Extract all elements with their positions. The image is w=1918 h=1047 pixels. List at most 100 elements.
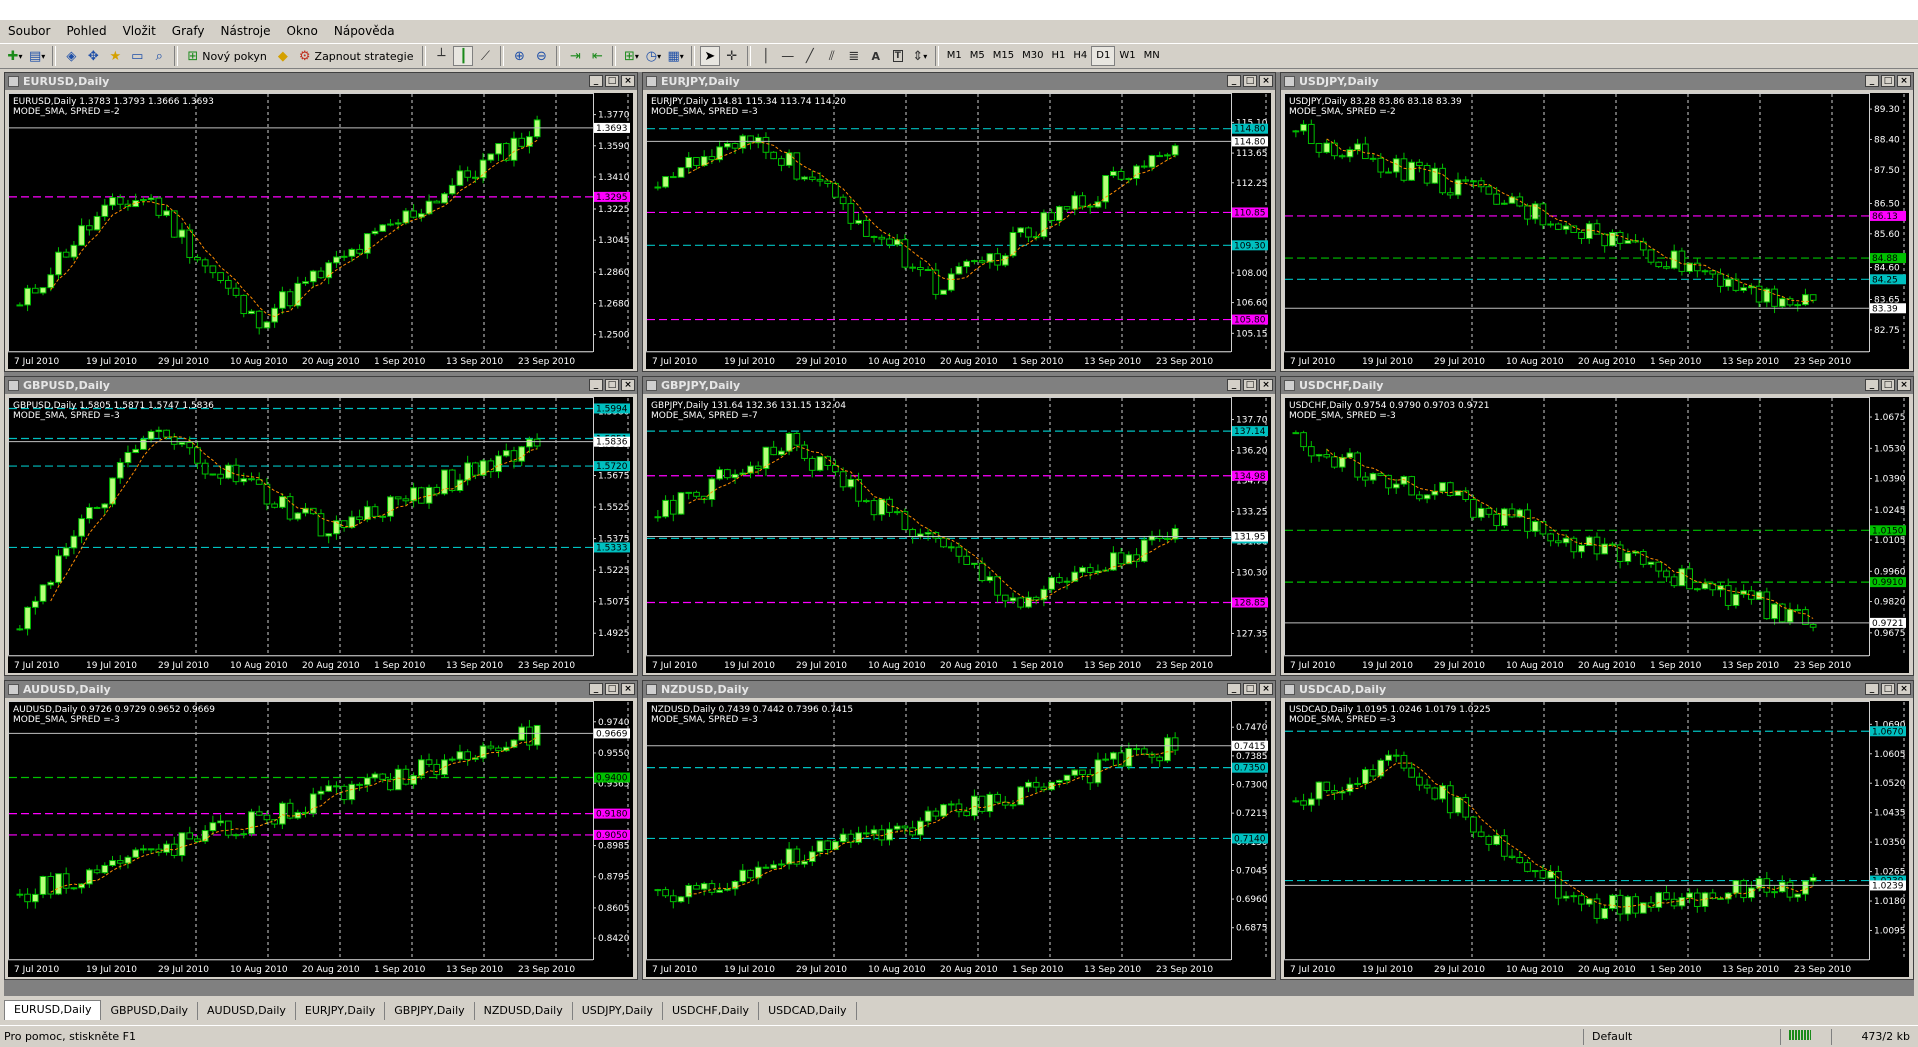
zoom-in-icon[interactable]: ⊕ (509, 46, 529, 66)
menu-pohled[interactable]: Pohled (58, 20, 114, 43)
trendline-icon[interactable]: ╱ (800, 46, 820, 66)
minimize-icon[interactable]: _ (589, 379, 603, 391)
menu-vlozit[interactable]: Vložit (115, 20, 164, 43)
close-icon[interactable]: × (621, 379, 635, 391)
terminal-icon[interactable]: ▭ (127, 46, 147, 66)
minimize-icon[interactable]: _ (1227, 379, 1241, 391)
minimize-icon[interactable]: _ (589, 75, 603, 87)
menu-nastroje[interactable]: Nástroje (213, 20, 279, 43)
maximize-icon[interactable]: □ (1881, 683, 1895, 695)
meta-editor-icon[interactable]: ◆ (273, 46, 293, 66)
price-chart-svg[interactable]: 7 Jul 2010 19 Jul 2010 29 Jul 2010 10 Aug 2… (8, 397, 633, 673)
maximize-icon[interactable]: □ (605, 683, 619, 695)
timeframe-h1[interactable]: H1 (1048, 47, 1070, 65)
price-chart-svg[interactable]: 7 Jul 2010 19 Jul 2010 29 Jul 2010 10 Aug 2… (1284, 93, 1909, 369)
horizontal-line-icon[interactable]: — (778, 46, 798, 66)
close-icon[interactable]: × (621, 683, 635, 695)
chart-window[interactable]: USDCHF,Daily _ □ × 7 Jul 2010 19 Jul 2010 29 J… (1280, 376, 1914, 676)
maximize-icon[interactable]: □ (1243, 379, 1257, 391)
chart-window[interactable]: EURJPY,Daily _ □ × 7 Jul 2010 19 Jul 2010 29 J… (642, 72, 1276, 372)
close-icon[interactable]: × (1259, 75, 1273, 87)
chart-window-titlebar[interactable]: AUDUSD,Daily _ □ × (5, 681, 637, 698)
indicators-icon[interactable]: ⊞ ▾ (621, 46, 641, 66)
price-chart-svg[interactable]: 7 Jul 2010 19 Jul 2010 29 Jul 2010 10 Aug 2… (8, 701, 633, 977)
close-icon[interactable]: × (1259, 683, 1273, 695)
minimize-icon[interactable]: _ (1865, 75, 1879, 87)
price-chart-svg[interactable]: 7 Jul 2010 19 Jul 2010 29 Jul 2010 10 Aug 2… (8, 93, 633, 369)
new-chart-icon[interactable]: ✚ ▾ (5, 46, 25, 66)
timeframe-m1[interactable]: M1 (943, 47, 966, 65)
timeframe-mn[interactable]: MN (1140, 47, 1164, 65)
templates-icon[interactable]: ▦ ▾ (665, 46, 685, 66)
new-order-button[interactable]: ⊞ Nový pokyn (183, 46, 271, 66)
timeframe-d1[interactable]: D1 (1091, 46, 1116, 66)
price-chart-svg[interactable]: 7 Jul 2010 19 Jul 2010 29 Jul 2010 10 Aug 2… (646, 93, 1271, 369)
maximize-icon[interactable]: □ (1881, 75, 1895, 87)
chart-window[interactable]: EURUSD,Daily _ □ × 7 Jul 2010 19 Jul 2010 29 J… (4, 72, 638, 372)
timeframe-w1[interactable]: W1 (1115, 47, 1139, 65)
text-label-icon[interactable]: T (888, 46, 908, 66)
chart-tab[interactable]: USDCHF,Daily (663, 1002, 760, 1020)
chart-window-titlebar[interactable]: USDCHF,Daily _ □ × (1281, 377, 1913, 394)
chart-tab[interactable]: EURJPY,Daily (296, 1002, 386, 1020)
line-chart-icon[interactable]: ⟋ (475, 46, 495, 66)
favorites-icon[interactable]: ★ (105, 46, 125, 66)
maximize-icon[interactable]: □ (605, 75, 619, 87)
cursor-icon[interactable]: ➤ (699, 46, 720, 66)
chart-window[interactable]: USDCAD,Daily _ □ × 7 Jul 2010 19 Jul 2010 29 J… (1280, 680, 1914, 980)
bar-chart-icon[interactable]: ┴ (431, 46, 451, 66)
chart-tab[interactable]: USDCAD,Daily (759, 1002, 857, 1020)
chart-tab[interactable]: GBPJPY,Daily (385, 1002, 475, 1020)
profiles-icon[interactable]: ▤ ▾ (27, 46, 47, 66)
maximize-icon[interactable]: □ (1881, 379, 1895, 391)
price-chart-svg[interactable]: 7 Jul 2010 19 Jul 2010 29 Jul 2010 10 Aug 2… (1284, 397, 1909, 673)
autoscroll-icon[interactable]: ⇥ (565, 46, 585, 66)
zoom-out-icon[interactable]: ⊖ (531, 46, 551, 66)
strategies-button[interactable]: ⚙ Zapnout strategie (295, 46, 418, 66)
chart-tab[interactable]: GBPUSD,Daily (101, 1002, 199, 1020)
chart-tab[interactable]: USDJPY,Daily (573, 1002, 663, 1020)
chart-window-titlebar[interactable]: EURUSD,Daily _ □ × (5, 73, 637, 90)
price-chart-svg[interactable]: 7 Jul 2010 19 Jul 2010 29 Jul 2010 10 Aug 2… (646, 397, 1271, 673)
menu-okno[interactable]: Okno (279, 20, 326, 43)
chart-canvas[interactable]: 7 Jul 2010 19 Jul 2010 29 Jul 2010 10 Aug 2… (1284, 701, 1909, 977)
navigator-icon[interactable]: ✥ (83, 46, 103, 66)
channel-icon[interactable]: ⫽ (822, 46, 842, 66)
timeframe-m15[interactable]: M15 (989, 47, 1018, 65)
minimize-icon[interactable]: _ (1865, 379, 1879, 391)
chart-window-titlebar[interactable]: NZDUSD,Daily _ □ × (643, 681, 1275, 698)
chart-window-titlebar[interactable]: USDCAD,Daily _ □ × (1281, 681, 1913, 698)
menu-napoveda[interactable]: Nápověda (326, 20, 403, 43)
chart-canvas[interactable]: 7 Jul 2010 19 Jul 2010 29 Jul 2010 10 Aug 2… (8, 701, 633, 977)
maximize-icon[interactable]: □ (605, 379, 619, 391)
crosshair-icon[interactable]: ✛ (722, 46, 742, 66)
timeframe-m30[interactable]: M30 (1018, 47, 1047, 65)
chart-shift-icon[interactable]: ⇤ (587, 46, 607, 66)
chart-window[interactable]: USDJPY,Daily _ □ × 7 Jul 2010 19 Jul 2010 29 J… (1280, 72, 1914, 372)
text-icon[interactable]: A (866, 46, 886, 66)
chart-tab[interactable]: EURUSD,Daily (4, 1000, 102, 1020)
arrows-icon[interactable]: ⇕ ▾ (910, 46, 930, 66)
menu-grafy[interactable]: Grafy (164, 20, 213, 43)
chart-canvas[interactable]: 7 Jul 2010 19 Jul 2010 29 Jul 2010 10 Aug 2… (1284, 93, 1909, 369)
vertical-line-icon[interactable]: │ (756, 46, 776, 66)
chart-window-titlebar[interactable]: GBPUSD,Daily _ □ × (5, 377, 637, 394)
chart-window-titlebar[interactable]: USDJPY,Daily _ □ × (1281, 73, 1913, 90)
chart-canvas[interactable]: 7 Jul 2010 19 Jul 2010 29 Jul 2010 10 Aug 2… (646, 701, 1271, 977)
minimize-icon[interactable]: _ (589, 683, 603, 695)
close-icon[interactable]: × (1259, 379, 1273, 391)
menu-soubor[interactable]: Soubor (0, 20, 58, 43)
chart-canvas[interactable]: 7 Jul 2010 19 Jul 2010 29 Jul 2010 10 Aug 2… (646, 93, 1271, 369)
periods-icon[interactable]: ◷ ▾ (643, 46, 663, 66)
chart-canvas[interactable]: 7 Jul 2010 19 Jul 2010 29 Jul 2010 10 Aug 2… (8, 93, 633, 369)
price-chart-svg[interactable]: 7 Jul 2010 19 Jul 2010 29 Jul 2010 10 Aug 2… (1284, 701, 1909, 977)
minimize-icon[interactable]: _ (1865, 683, 1879, 695)
chart-canvas[interactable]: 7 Jul 2010 19 Jul 2010 29 Jul 2010 10 Aug 2… (8, 397, 633, 673)
chart-tab[interactable]: NZDUSD,Daily (475, 1002, 573, 1020)
price-chart-svg[interactable]: 7 Jul 2010 19 Jul 2010 29 Jul 2010 10 Aug 2… (646, 701, 1271, 977)
close-icon[interactable]: × (1897, 683, 1911, 695)
maximize-icon[interactable]: □ (1243, 683, 1257, 695)
chart-canvas[interactable]: 7 Jul 2010 19 Jul 2010 29 Jul 2010 10 Aug 2… (646, 397, 1271, 673)
timeframe-m5[interactable]: M5 (966, 47, 989, 65)
tester-icon[interactable]: ⌕ (149, 46, 169, 66)
